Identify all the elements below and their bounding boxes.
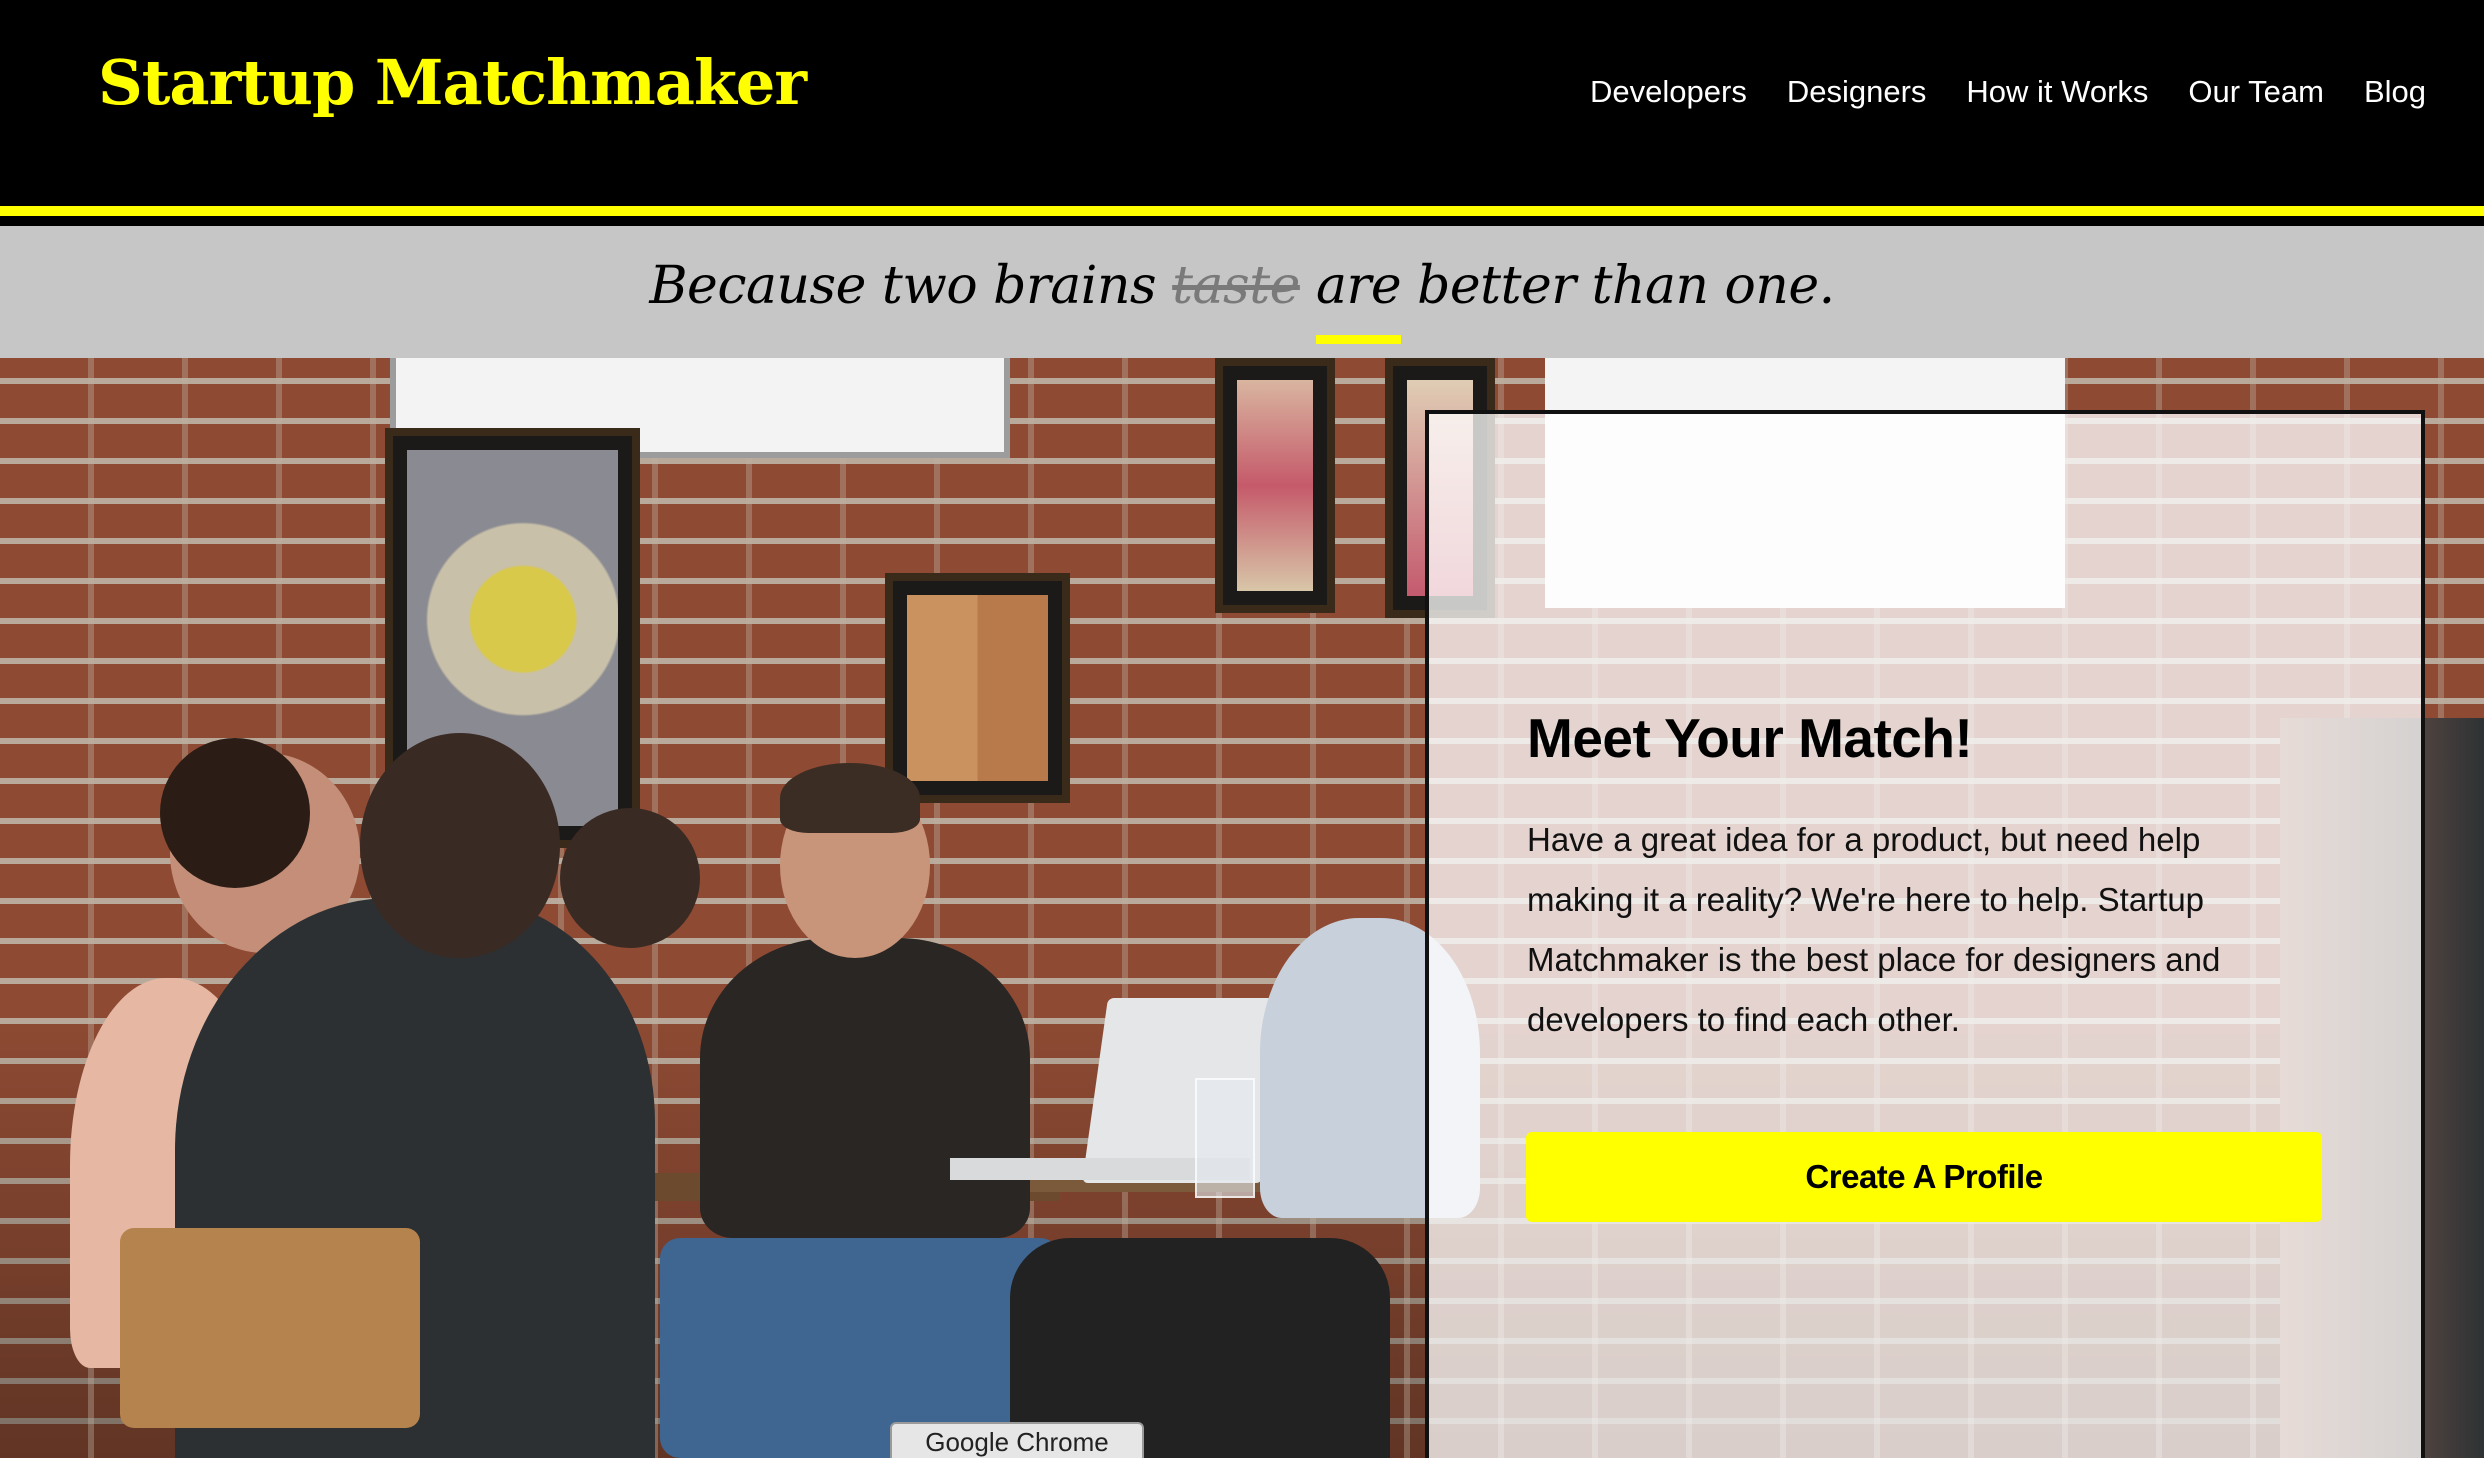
person-woman-hair bbox=[160, 738, 310, 888]
card-description: Have a great idea for a product, but nee… bbox=[1527, 821, 2221, 1038]
person-man-foreground-hands bbox=[560, 808, 700, 948]
nav-link-developers[interactable]: Developers bbox=[1590, 74, 1747, 110]
tagline-struck-word: taste bbox=[1172, 256, 1300, 316]
tagline-after: better than one. bbox=[1417, 256, 1835, 316]
water-glass bbox=[1195, 1078, 1255, 1198]
tooltip: Google Chrome bbox=[890, 1422, 1144, 1458]
site-header: Startup Matchmaker Developers Designers … bbox=[0, 0, 2484, 216]
framed-art bbox=[1215, 358, 1335, 613]
wooden-chair bbox=[120, 1228, 420, 1428]
nav-link-blog[interactable]: Blog bbox=[2364, 74, 2426, 110]
tagline-before: Because two brains bbox=[649, 256, 1157, 316]
framed-art bbox=[885, 573, 1070, 803]
main-nav: Developers Designers How it Works Our Te… bbox=[1590, 74, 2426, 110]
tagline-highlight-word: are bbox=[1315, 256, 1402, 344]
create-profile-button[interactable]: Create A Profile bbox=[1526, 1132, 2322, 1222]
site-logo[interactable]: Startup Matchmaker bbox=[98, 46, 807, 119]
person-man-laptop-hair bbox=[780, 763, 920, 833]
laptop bbox=[1082, 998, 1288, 1183]
nav-link-our-team[interactable]: Our Team bbox=[2188, 74, 2324, 110]
person-man-laptop bbox=[700, 938, 1030, 1238]
tagline: Because two brains taste are better than… bbox=[0, 256, 2484, 344]
person-man-foreground-head bbox=[360, 733, 560, 958]
nav-link-how-it-works[interactable]: How it Works bbox=[1966, 74, 2148, 110]
card-title: Meet Your Match! bbox=[1527, 707, 1973, 769]
nav-link-designers[interactable]: Designers bbox=[1787, 74, 1927, 110]
